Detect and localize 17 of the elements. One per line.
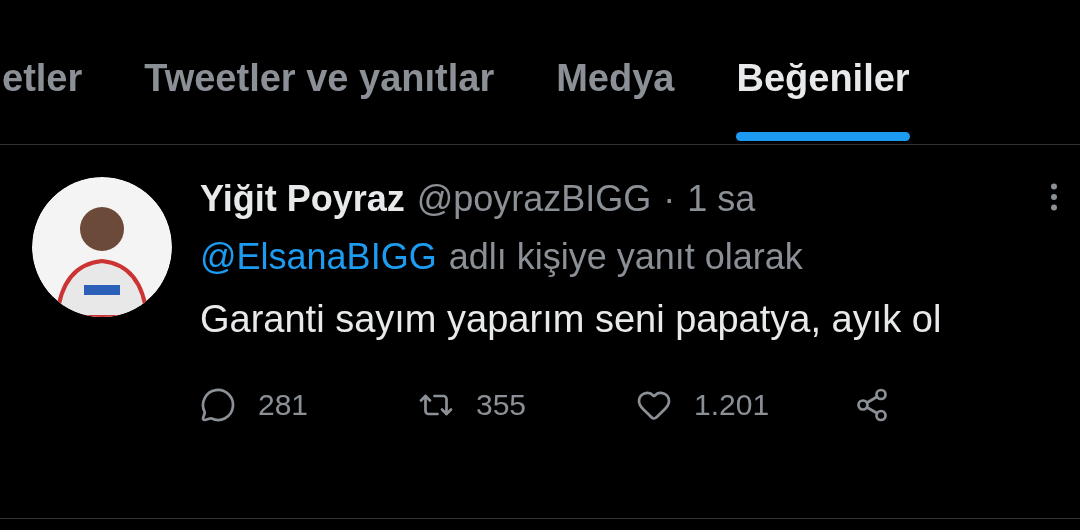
separator: · [663,177,676,221]
share-icon [854,386,890,423]
profile-tab[interactable]: Medya [556,50,675,144]
retweet-button[interactable]: 355 [418,382,636,427]
profile-tab[interactable]: Tweetler ve yanıtlar [144,50,495,144]
reply-button[interactable]: 281 [200,382,418,427]
like-button[interactable]: 1.201 [636,382,854,427]
reply-context: adlı kişiye yanıt olarak [448,235,803,279]
speech-bubble-icon [200,386,236,423]
author-handle[interactable]: @poyrazBIGG [416,177,652,221]
tweet-text: Garanti sayım yaparım seni papatya, ayık ol [200,297,943,342]
mention-link[interactable]: @ElsanaBIGG [200,235,437,279]
profile-tab[interactable]: Beğeniler [736,50,910,144]
avatar[interactable] [32,177,172,317]
tweet-time[interactable]: 1 sa [687,177,756,221]
profile-tab[interactable]: etler [2,50,83,144]
author-name[interactable]: Yiğit Poyraz [200,177,405,221]
